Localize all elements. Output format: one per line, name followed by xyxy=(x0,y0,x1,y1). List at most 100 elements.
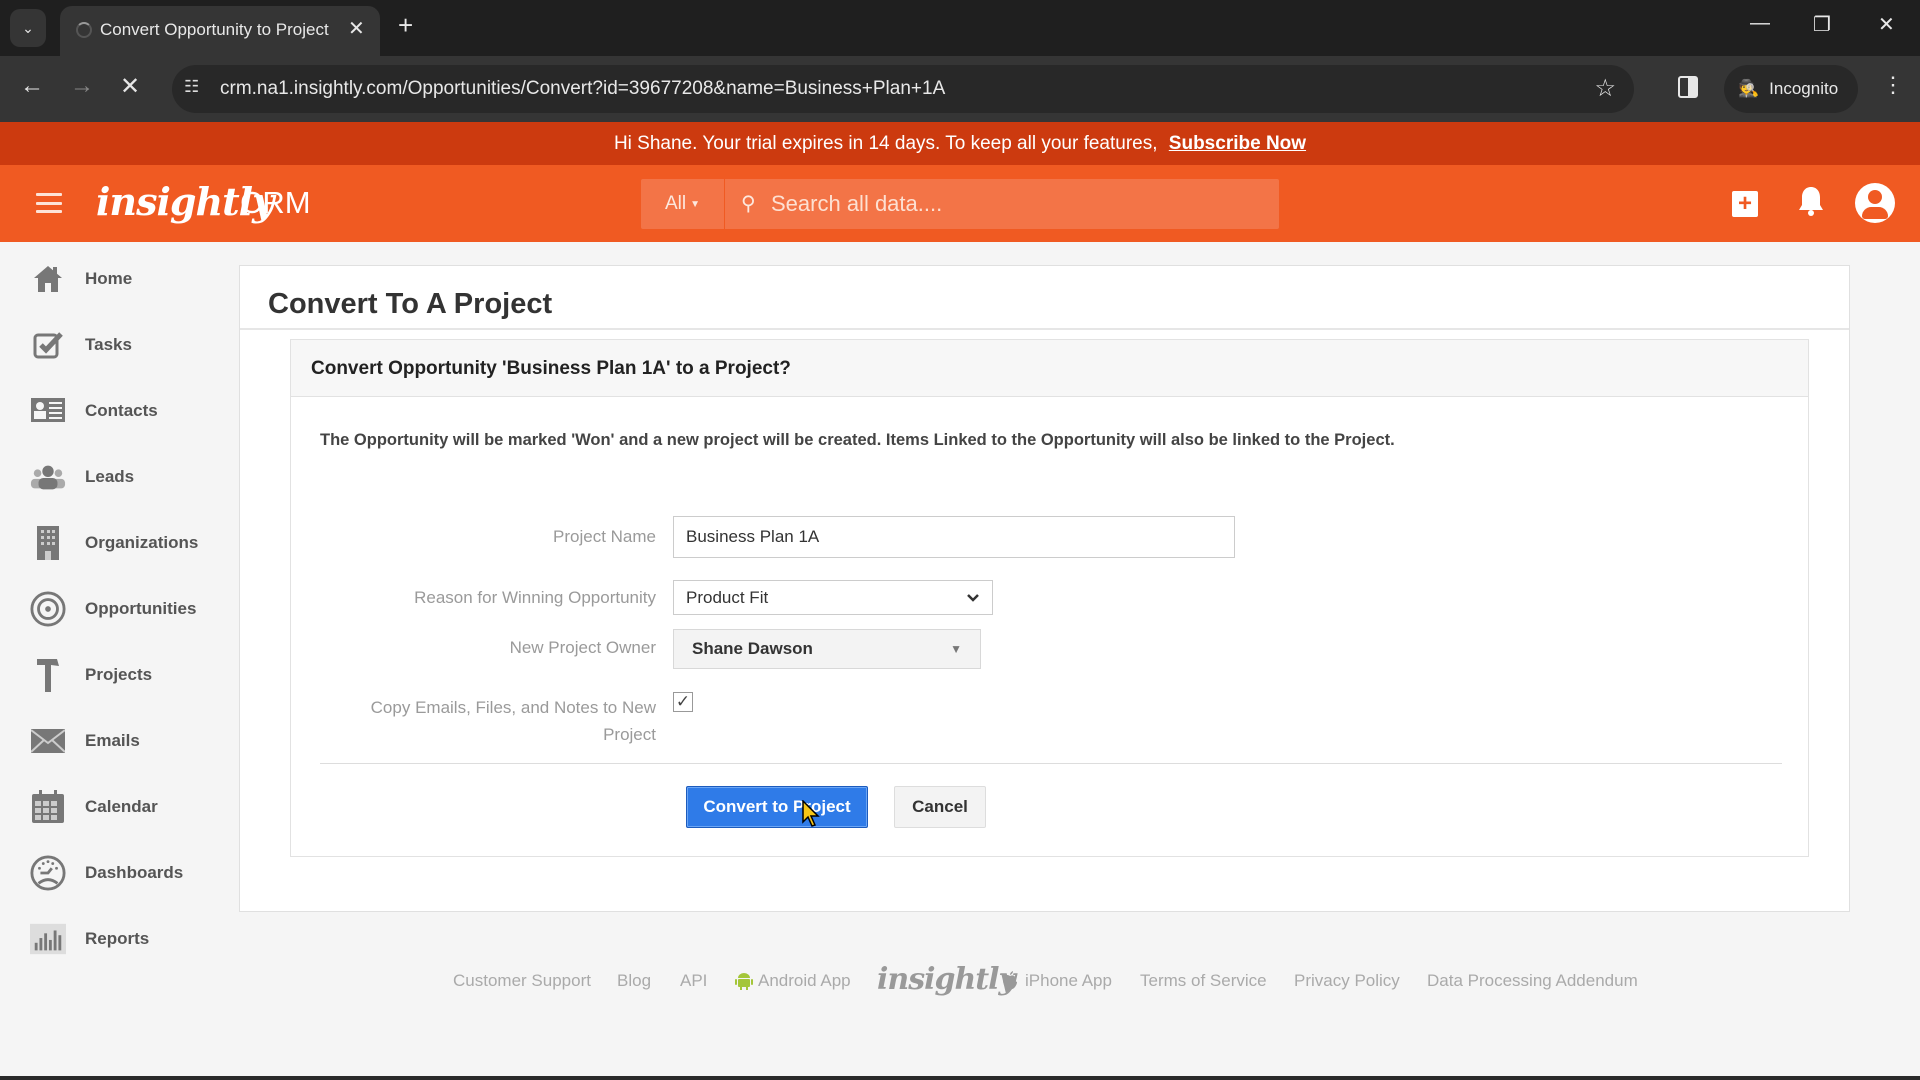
tab-title: Convert Opportunity to Project xyxy=(100,20,329,39)
page-title: Convert To A Project xyxy=(268,288,553,320)
hamburger-menu-icon[interactable] xyxy=(36,193,62,213)
sidebar-item-opportunities[interactable]: Opportunities xyxy=(0,584,236,634)
sidebar-nav: Home Tasks Contacts Leads Organizations … xyxy=(0,242,236,1002)
user-avatar-icon[interactable] xyxy=(1855,183,1895,223)
sidebar-item-label: Opportunities xyxy=(85,599,197,618)
footer-link-privacy[interactable]: Privacy Policy xyxy=(1294,971,1400,991)
search-input[interactable] xyxy=(771,179,1271,229)
sidebar-item-label: Emails xyxy=(85,731,140,750)
reason-select[interactable]: Product Fit xyxy=(673,580,993,615)
reason-selected-value: Product Fit xyxy=(686,587,769,607)
sidebar-item-tasks[interactable]: Tasks xyxy=(0,320,236,370)
loading-spinner-icon xyxy=(76,22,92,38)
sidebar-item-label: Contacts xyxy=(85,401,158,420)
caret-down-icon: ▼ xyxy=(950,642,962,656)
search-scope-dropdown[interactable]: All ▼ xyxy=(641,179,725,229)
footer-link-terms[interactable]: Terms of Service xyxy=(1140,971,1267,991)
url-text[interactable]: crm.na1.insightly.com/Opportunities/Conv… xyxy=(220,78,945,100)
footer-insightly-logo: insightly xyxy=(877,962,1016,997)
sidebar-item-contacts[interactable]: Contacts xyxy=(0,386,236,436)
new-tab-button[interactable]: + xyxy=(398,10,413,41)
footer-link-iphone-app[interactable]: iPhone App xyxy=(1025,971,1112,991)
sidebar-item-emails[interactable]: Emails xyxy=(0,716,236,766)
owner-label: New Project Owner xyxy=(509,638,656,657)
tab-search-button[interactable]: ⌄ xyxy=(10,9,46,47)
cancel-button[interactable]: Cancel xyxy=(894,786,986,828)
search-scope-label: All xyxy=(664,193,687,214)
sidebar-item-label: Leads xyxy=(85,467,135,486)
chevron-down-icon xyxy=(967,593,979,602)
minimize-icon[interactable]: — xyxy=(1750,12,1770,35)
close-tab-icon[interactable]: ✕ xyxy=(348,16,365,41)
reason-label: Reason for Winning Opportunity xyxy=(414,588,656,607)
incognito-badge[interactable]: 🕵 Incognito xyxy=(1724,65,1858,113)
android-icon xyxy=(734,971,754,996)
projects-icon xyxy=(30,657,66,693)
forward-icon[interactable]: → xyxy=(70,72,94,100)
side-panel-icon[interactable] xyxy=(1678,76,1698,98)
restore-icon[interactable]: ❐ xyxy=(1813,12,1831,37)
sidebar-item-label: Home xyxy=(85,269,133,288)
back-icon[interactable]: ← xyxy=(20,72,44,100)
emails-icon xyxy=(30,723,66,759)
copy-label-line1: Copy Emails, Files, and Notes to New xyxy=(370,698,656,717)
contacts-icon xyxy=(30,393,66,429)
sidebar-item-label: Organizations xyxy=(85,533,199,552)
copy-label-line2: Project xyxy=(603,725,656,744)
panel-title: Convert Opportunity 'Business Plan 1A' t… xyxy=(311,358,791,379)
home-icon xyxy=(30,261,66,297)
reports-icon xyxy=(30,921,66,957)
notifications-bell-icon[interactable] xyxy=(1797,185,1825,222)
stop-loading-icon[interactable]: ✕ xyxy=(120,72,140,101)
add-new-icon[interactable]: + xyxy=(1732,191,1758,217)
browser-toolbar: ← → ✕ ☷ crm.na1.insightly.com/Opportunit… xyxy=(0,56,1920,122)
incognito-icon: 🕵 xyxy=(1738,79,1760,98)
sidebar-item-dashboards[interactable]: Dashboards xyxy=(0,848,236,898)
browser-tab[interactable]: Convert Opportunity to Project ✕ xyxy=(60,6,380,56)
footer-link-data-processing[interactable]: Data Processing Addendum xyxy=(1427,971,1638,991)
sidebar-item-label: Dashboards xyxy=(85,863,184,882)
mouse-cursor-icon xyxy=(802,799,822,833)
app-header: insightly CRM All ▼ ⚲ + xyxy=(0,165,1920,242)
footer-link-customer-support[interactable]: Customer Support xyxy=(453,971,591,991)
copy-items-checkbox[interactable]: ✓ xyxy=(673,692,693,712)
browser-menu-icon[interactable]: ⋮ xyxy=(1882,72,1904,98)
search-icon: ⚲ xyxy=(741,193,756,215)
address-bar[interactable]: ☷ crm.na1.insightly.com/Opportunities/Co… xyxy=(172,65,1634,113)
project-name-input[interactable] xyxy=(673,516,1235,558)
dashboards-icon xyxy=(30,855,66,891)
owner-select[interactable]: Shane Dawson ▼ xyxy=(673,629,981,669)
footer-link-blog[interactable]: Blog xyxy=(617,971,651,991)
organizations-icon xyxy=(30,525,66,561)
sidebar-item-projects[interactable]: Projects xyxy=(0,650,236,700)
apple-icon xyxy=(1002,971,1018,995)
project-name-label: Project Name xyxy=(553,527,656,546)
caret-down-icon: ▼ xyxy=(690,198,701,210)
footer: Customer Support Blog API Android App in… xyxy=(0,960,1920,1000)
site-info-icon[interactable]: ☷ xyxy=(184,77,199,97)
panel-header: Convert Opportunity 'Business Plan 1A' t… xyxy=(291,340,1808,397)
browser-tab-bar: ⌄ Convert Opportunity to Project ✕ + — ❐… xyxy=(0,0,1920,56)
opportunities-icon xyxy=(30,591,66,627)
divider xyxy=(240,328,1849,330)
convert-to-project-button[interactable]: Convert to Project xyxy=(686,786,868,828)
sidebar-item-label: Calendar xyxy=(85,797,158,816)
tasks-icon xyxy=(30,327,66,363)
subscribe-now-link[interactable]: Subscribe Now xyxy=(1169,133,1306,154)
sidebar-item-home[interactable]: Home xyxy=(0,254,236,304)
sidebar-item-organizations[interactable]: Organizations xyxy=(0,518,236,568)
convert-description: The Opportunity will be marked 'Won' and… xyxy=(320,431,1395,449)
close-window-icon[interactable]: ✕ xyxy=(1878,12,1895,37)
sidebar-item-label: Reports xyxy=(85,929,150,948)
sidebar-item-leads[interactable]: Leads xyxy=(0,452,236,502)
chevron-down-icon: ⌄ xyxy=(22,19,34,36)
sidebar-item-label: Projects xyxy=(85,665,153,684)
sidebar-item-reports[interactable]: Reports xyxy=(0,914,236,964)
footer-link-android-app[interactable]: Android App xyxy=(758,971,851,991)
bottom-edge xyxy=(0,1076,1920,1080)
footer-link-api[interactable]: API xyxy=(680,971,707,991)
checkmark-icon: ✓ xyxy=(675,692,691,711)
convert-card: Convert To A Project Convert Opportunity… xyxy=(239,265,1850,912)
sidebar-item-calendar[interactable]: Calendar xyxy=(0,782,236,832)
bookmark-star-icon[interactable]: ☆ xyxy=(1594,74,1616,103)
